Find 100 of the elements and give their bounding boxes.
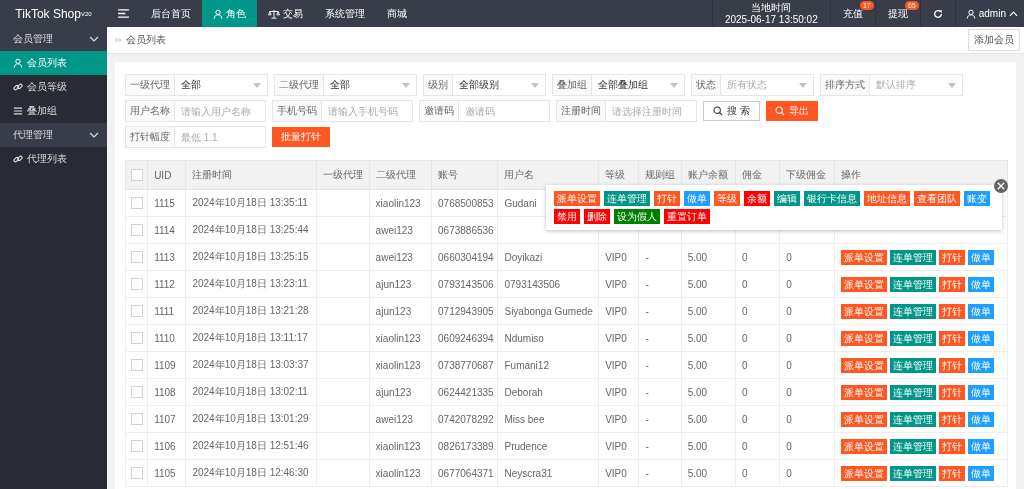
export-button[interactable]: 导出 — [765, 101, 818, 121]
select-all-checkbox[interactable] — [131, 169, 143, 182]
form-field[interactable]: 级别 全部级别 — [423, 74, 546, 96]
form-field[interactable]: 状态 所有状态 — [691, 74, 814, 96]
close-button[interactable] — [994, 179, 1008, 193]
action-button[interactable]: 派单设置 — [840, 384, 887, 400]
action-button[interactable]: 账变 — [964, 191, 990, 206]
sidebar-item[interactable]: 代理列表 — [0, 147, 107, 171]
action-button[interactable]: 打针 — [654, 191, 680, 206]
action-button[interactable]: 连单管理 — [889, 465, 936, 481]
action-button[interactable]: 派单设置 — [840, 411, 887, 427]
row-checkbox[interactable] — [131, 359, 143, 372]
action-button[interactable]: 连单管理 — [889, 438, 936, 454]
sidebar-item[interactable]: 会员列表 — [0, 51, 107, 75]
nav-tab[interactable]: 角色 — [202, 0, 257, 27]
nav-tab[interactable]: 商城 — [376, 0, 418, 27]
nav-tab[interactable]: 后台首页 — [140, 0, 202, 27]
action-button[interactable]: 做单 — [967, 438, 994, 454]
action-button[interactable]: 连单管理 — [889, 411, 936, 427]
action-button[interactable]: 编辑 — [774, 191, 800, 206]
action-button[interactable]: 连单管理 — [889, 276, 936, 292]
action-button[interactable]: 做单 — [967, 249, 994, 265]
action-button[interactable]: 打针 — [938, 384, 965, 400]
table-cell: 0 — [742, 467, 748, 479]
action-button[interactable]: 打针 — [938, 330, 965, 346]
breadcrumb[interactable]: 会员列表 — [126, 33, 166, 47]
action-button[interactable]: 打针 — [938, 303, 965, 319]
form-field[interactable]: 邀请码 邀请码 — [419, 100, 550, 122]
row-checkbox[interactable] — [131, 332, 143, 345]
form-field[interactable]: 打针幅度 最低 1.1 — [125, 126, 266, 148]
action-button[interactable]: 连单管理 — [889, 384, 936, 400]
user-name[interactable]: admin — [978, 8, 1006, 19]
row-checkbox[interactable] — [131, 224, 143, 237]
action-button[interactable]: 打针 — [938, 357, 965, 373]
action-button[interactable]: 派单设置 — [840, 249, 887, 265]
action-button[interactable]: 连单管理 — [889, 303, 936, 319]
add-member-button[interactable]: 添加会员 — [968, 29, 1020, 51]
nav-tab[interactable]: 交易 — [257, 0, 314, 27]
nav-tab[interactable]: 系统管理 — [314, 0, 376, 27]
form-field[interactable]: 注册时间 请选择注册时间 — [556, 100, 697, 122]
row-checkbox[interactable] — [131, 440, 143, 453]
table-cell: 1115 — [154, 197, 175, 209]
action-button[interactable]: 派单设置 — [840, 357, 887, 373]
form-field[interactable]: 叠加组 全部叠加组 — [552, 74, 685, 96]
table-cell: 0 — [786, 413, 792, 425]
action-button[interactable]: 派单设置 — [840, 303, 887, 319]
action-button[interactable]: 打针 — [938, 276, 965, 292]
action-button[interactable]: 做单 — [967, 276, 994, 292]
action-button[interactable]: 派单设置 — [840, 465, 887, 481]
sidebar-group[interactable]: 会员管理 — [0, 27, 107, 51]
action-button[interactable]: 设为假人 — [614, 209, 660, 224]
row-checkbox[interactable] — [131, 305, 143, 318]
action-button[interactable]: 连单管理 — [604, 191, 650, 206]
form-field[interactable]: 排序方式 默认排序 — [820, 74, 963, 96]
action-button[interactable]: 派单设置 — [840, 276, 887, 292]
action-button[interactable]: 打针 — [938, 438, 965, 454]
sidebar-group[interactable]: 代理管理 — [0, 123, 107, 147]
row-checkbox[interactable] — [131, 251, 143, 264]
table-cell: 0 — [786, 467, 792, 479]
action-button[interactable]: 等级 — [714, 191, 740, 206]
action-button[interactable]: 禁用 — [554, 209, 580, 224]
form-field[interactable]: 二级代理 全部 — [274, 74, 417, 96]
action-button[interactable]: 连单管理 — [889, 249, 936, 265]
form-field[interactable]: 手机号码 请输入手机号码 — [272, 100, 413, 122]
action-button[interactable]: 做单 — [967, 384, 994, 400]
action-button[interactable]: 做单 — [967, 330, 994, 346]
column-header: 一级代理 — [323, 169, 364, 180]
action-button[interactable]: 做单 — [967, 357, 994, 373]
row-checkbox[interactable] — [131, 197, 143, 210]
form-field[interactable]: 一级代理 全部 — [125, 74, 268, 96]
action-button[interactable]: 做单 — [967, 465, 994, 481]
action-button[interactable]: 银行卡信息 — [804, 191, 860, 206]
action-button[interactable]: 打针 — [938, 249, 965, 265]
action-button[interactable]: 删除 — [584, 209, 610, 224]
sidebar-item[interactable]: 会员等级 — [0, 75, 107, 99]
action-button[interactable]: 做单 — [684, 191, 710, 206]
action-button[interactable]: 派单设置 — [840, 330, 887, 346]
action-button[interactable]: 连单管理 — [889, 330, 936, 346]
action-button[interactable]: 派单设置 — [840, 438, 887, 454]
action-button[interactable]: 重置订单 — [664, 209, 710, 224]
row-checkbox[interactable] — [131, 467, 143, 480]
action-button[interactable]: 派单设置 — [554, 191, 600, 206]
form-field[interactable]: 用户名称 请输入用户名称 — [125, 100, 266, 122]
action-button[interactable]: 打针 — [938, 465, 965, 481]
action-button[interactable]: 余额 — [744, 191, 770, 206]
action-button[interactable]: 连单管理 — [889, 357, 936, 373]
action-button[interactable]: 查看团队 — [914, 191, 960, 206]
table-cell: 2024年10月18日 12:46:30 — [192, 467, 309, 478]
action-button[interactable]: 地址信息 — [864, 191, 910, 206]
action-button[interactable]: 打针 — [938, 411, 965, 427]
search-button[interactable]: 搜 索 — [703, 101, 760, 121]
action-button[interactable]: 做单 — [967, 303, 994, 319]
table-cell: VIP0 — [605, 278, 627, 290]
row-checkbox[interactable] — [131, 413, 143, 426]
batch-button[interactable]: 批量打针 — [272, 127, 330, 147]
sidebar-item[interactable]: 叠加组 — [0, 99, 107, 123]
table-cell: Prudence — [504, 440, 548, 452]
action-button[interactable]: 做单 — [967, 411, 994, 427]
row-checkbox[interactable] — [131, 278, 143, 291]
row-checkbox[interactable] — [131, 386, 143, 399]
